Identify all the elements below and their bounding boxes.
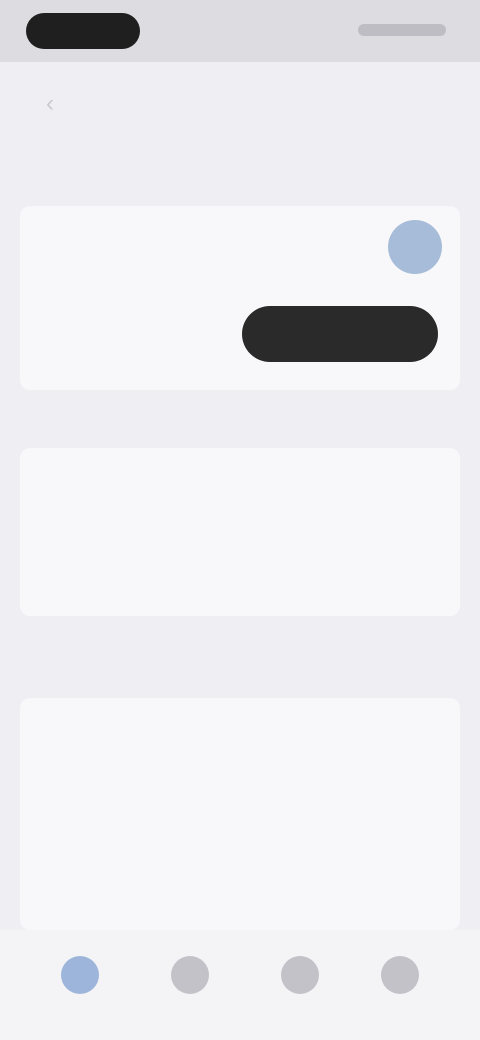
status-indicators <box>358 24 446 36</box>
tabbar-item-3[interactable] <box>250 944 350 1024</box>
tabbar-item-4[interactable] <box>350 944 450 1024</box>
tabbar-item-1[interactable] <box>30 944 130 1024</box>
chevron-left-icon[interactable]: ‹ <box>36 90 64 118</box>
detail-row <box>40 898 440 922</box>
profile-icon <box>381 956 419 994</box>
bottom-tab-bar <box>0 930 480 1040</box>
home-icon <box>61 956 99 994</box>
empty-state-card <box>20 448 460 616</box>
selected-tab-4[interactable] <box>388 220 442 274</box>
message-icon <box>281 956 319 994</box>
tabs-card <box>20 206 460 390</box>
detail-row <box>40 774 440 798</box>
status-bar <box>0 0 480 62</box>
details-card <box>20 698 460 930</box>
nav-header: ‹ <box>0 62 480 148</box>
grid-icon <box>171 956 209 994</box>
primary-action-button[interactable] <box>242 306 438 362</box>
app-screen: ‹ <box>0 0 480 1040</box>
detail-row <box>40 834 440 858</box>
tabbar-item-2[interactable] <box>140 944 240 1024</box>
dynamic-island <box>26 13 140 49</box>
